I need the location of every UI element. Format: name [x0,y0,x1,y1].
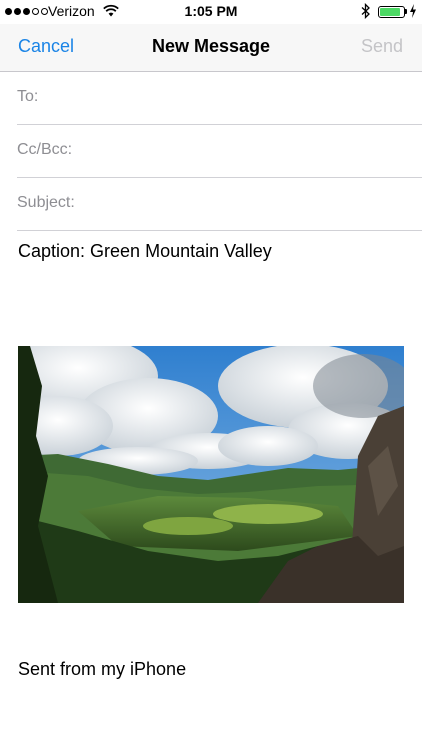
email-signature[interactable]: Sent from my iPhone [18,659,186,680]
send-button[interactable]: Send [361,36,403,57]
charging-icon [409,3,417,22]
to-label: To: [17,88,39,105]
cc-bcc-input[interactable] [87,135,407,165]
subject-label: Subject: [17,194,75,211]
status-bar: Verizon 1:05 PM [0,0,422,24]
navigation-bar: Cancel New Message Send [0,24,422,72]
page-title: New Message [151,36,271,56]
attached-photo[interactable] [18,346,404,603]
to-input[interactable] [47,82,367,112]
subject-input[interactable] [92,188,412,218]
battery-icon [378,6,405,18]
to-field[interactable]: To: [17,72,422,125]
message-caption[interactable]: Caption: Green Mountain Valley [18,241,272,262]
cc-bcc-label: Cc/Bcc: [17,141,73,158]
status-time: 1:05 PM [184,3,238,19]
subject-field[interactable]: Subject: [17,178,422,231]
battery-cap [405,9,407,14]
cc-bcc-field[interactable]: Cc/Bcc: [17,125,422,178]
bluetooth-icon [361,2,371,22]
